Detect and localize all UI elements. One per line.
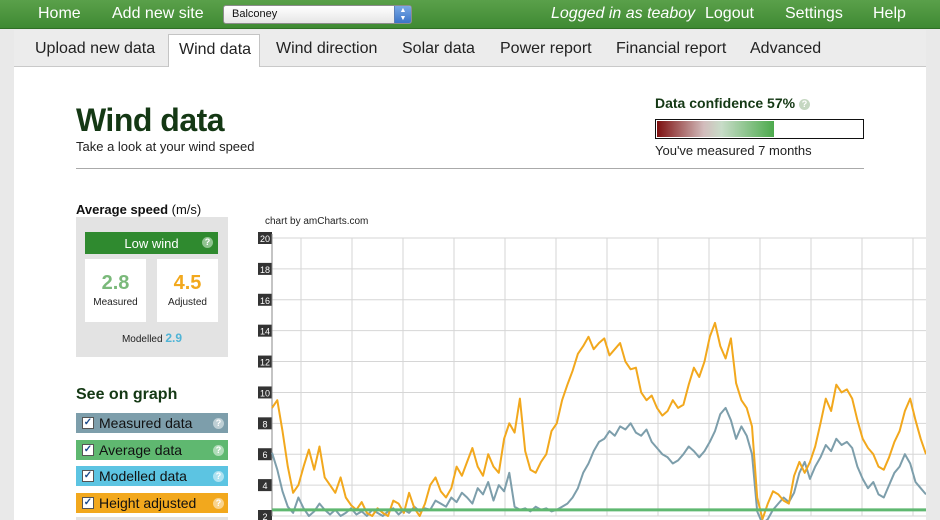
help-icon[interactable]: ?	[213, 418, 224, 429]
tab-financial-report[interactable]: Financial report	[616, 34, 726, 67]
help-icon[interactable]: ?	[213, 498, 224, 509]
y-tick-label: 20	[260, 234, 270, 244]
checkbox-checked-icon[interactable]: ✓	[82, 470, 94, 482]
logout-link[interactable]: Logout	[705, 5, 754, 23]
legend-label: Height adjusted	[99, 495, 197, 511]
main-panel: Wind data Take a look at your wind speed…	[14, 67, 926, 520]
toggle-average-data[interactable]: ✓ Average data ?	[76, 440, 228, 460]
toggle-modelled-data[interactable]: ✓ Modelled data ?	[76, 466, 228, 486]
help-icon[interactable]: ?	[798, 99, 810, 110]
checkbox-checked-icon[interactable]: ✓	[82, 497, 94, 509]
measured-speed-card: 2.8 Measured	[85, 259, 146, 322]
y-tick-label: 16	[260, 296, 270, 306]
tab-wind-data[interactable]: Wind data	[168, 34, 260, 68]
site-select-value: Balconey	[232, 8, 278, 20]
tab-power-report[interactable]: Power report	[500, 34, 592, 67]
help-icon[interactable]: ?	[202, 237, 213, 248]
wind-speed-chart: 2 4 6 8 10 12 14 16 18 20	[258, 232, 926, 520]
adjusted-speed-value: 4.5	[173, 272, 202, 294]
help-icon[interactable]: ?	[213, 445, 224, 456]
adjusted-series-line	[271, 321, 926, 520]
y-tick-label: 2	[262, 512, 267, 520]
checkbox-checked-icon[interactable]: ✓	[82, 444, 94, 456]
tab-solar-data[interactable]: Solar data	[402, 34, 475, 67]
legend-label: Measured data	[99, 415, 193, 431]
add-new-site-link[interactable]: Add new site	[112, 5, 204, 23]
confidence-progress-fill	[657, 121, 774, 137]
tab-wind-direction[interactable]: Wind direction	[276, 34, 377, 67]
y-tick-label: 18	[260, 265, 270, 275]
toggle-height-adjusted[interactable]: ✓ Height adjusted ?	[76, 493, 228, 513]
measured-speed-caption: Measured	[93, 297, 138, 308]
legend-label: Modelled data	[99, 468, 187, 484]
tab-bar: Upload new data Wind data Wind direction…	[14, 30, 926, 68]
select-arrows-icon: ▲ ▼	[394, 6, 411, 23]
confidence-note: You've measured 7 months	[655, 143, 812, 158]
average-speed-title: Average speed	[76, 202, 169, 217]
data-confidence-label: Data confidence 57% ?	[655, 95, 810, 111]
measured-series-line	[271, 406, 926, 520]
average-speed-box: Low wind ? 2.8 Measured 4.5 Adjusted Mod…	[76, 217, 228, 357]
help-icon[interactable]: ?	[213, 471, 224, 482]
adjusted-speed-caption: Adjusted	[168, 297, 207, 308]
checkbox-checked-icon[interactable]: ✓	[82, 417, 94, 429]
y-tick-label: 4	[262, 481, 267, 491]
wind-level-text: Low wind	[124, 236, 179, 251]
help-link[interactable]: Help	[873, 5, 906, 23]
legend-label: Average data	[99, 442, 183, 458]
y-tick-label: 6	[262, 450, 267, 460]
adjusted-speed-card: 4.5 Adjusted	[157, 259, 218, 322]
modelled-speed-value: 2.9	[165, 331, 183, 345]
tab-upload-new-data[interactable]: Upload new data	[35, 34, 155, 67]
average-speed-unit: (m/s)	[171, 202, 202, 217]
modelled-speed-caption: Modelled	[121, 334, 163, 345]
measured-speed-value: 2.8	[101, 272, 130, 294]
y-tick-label: 8	[262, 419, 267, 429]
logged-in-status: Logged in as teaboy	[551, 5, 696, 22]
top-navigation-bar: Home Add new site Balconey ▲ ▼ Logged in …	[0, 0, 940, 29]
y-tick-label: 14	[260, 327, 270, 337]
page-title: Wind data	[76, 102, 225, 138]
home-link[interactable]: Home	[38, 5, 81, 23]
site-select-dropdown[interactable]: Balconey ▲ ▼	[223, 5, 412, 24]
y-tick-label: 10	[260, 388, 270, 398]
modelled-speed: Modelled 2.9	[76, 331, 228, 345]
y-tick-label: 12	[260, 358, 270, 368]
average-speed-label: Average speed (m/s)	[76, 202, 201, 217]
confidence-progress-bar	[655, 119, 864, 139]
data-confidence-text: Data confidence 57%	[655, 95, 796, 111]
toggle-measured-data[interactable]: ✓ Measured data ?	[76, 413, 228, 433]
settings-link[interactable]: Settings	[785, 5, 843, 23]
divider	[76, 168, 864, 169]
tab-advanced[interactable]: Advanced	[750, 34, 821, 67]
see-on-graph-title: See on graph	[76, 386, 178, 403]
page-subtitle: Take a look at your wind speed	[76, 139, 255, 154]
wind-level-badge: Low wind ?	[85, 232, 218, 254]
